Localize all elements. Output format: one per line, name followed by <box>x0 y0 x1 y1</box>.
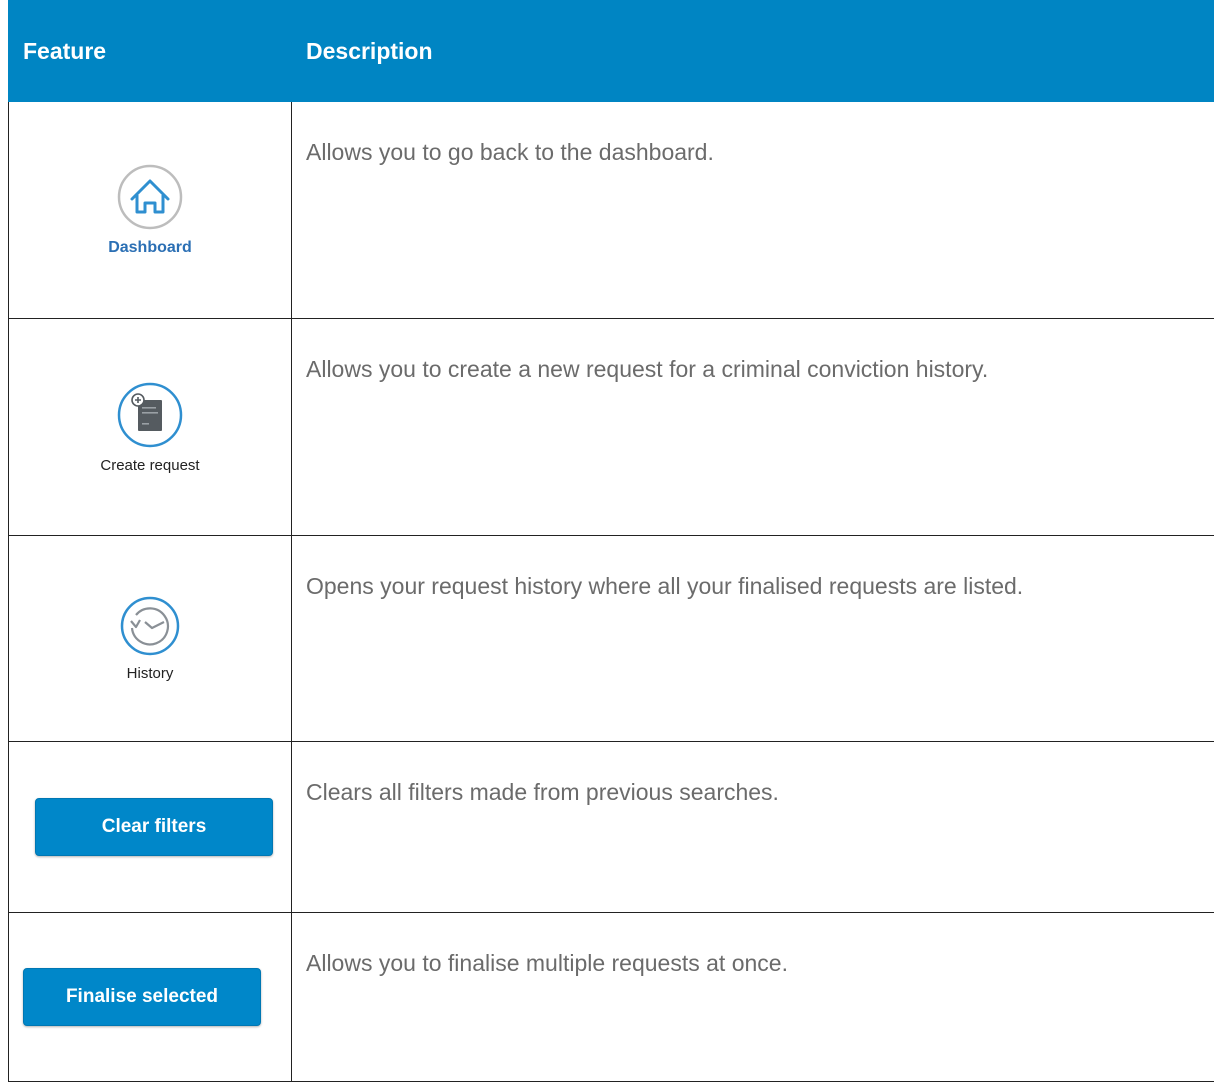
create-request-nav-item[interactable]: Create request <box>9 381 291 474</box>
description-cell: Allows you to finalise multiple requests… <box>292 913 1214 1082</box>
create-request-label: Create request <box>100 457 199 474</box>
finalise-selected-button[interactable]: Finalise selected <box>23 968 261 1026</box>
table-row: History Opens your request history where… <box>9 536 1214 742</box>
feature-cell: Create request <box>9 319 292 536</box>
feature-cell: Finalise selected <box>9 913 292 1082</box>
header-description: Description <box>292 1 1214 102</box>
description-cell: Allows you to create a new request for a… <box>292 319 1214 536</box>
feature-cell: History <box>9 536 292 742</box>
dashboard-nav-item[interactable]: Dashboard <box>9 163 291 257</box>
history-icon <box>119 595 181 657</box>
history-label: History <box>127 665 174 682</box>
header-feature: Feature <box>9 1 292 102</box>
feature-table: Feature Description Dashboard Allows you… <box>8 0 1214 1082</box>
feature-cell: Clear filters <box>9 742 292 913</box>
description-cell: Clears all filters made from previous se… <box>292 742 1214 913</box>
table-row: Create request Allows you to create a ne… <box>9 319 1214 536</box>
table-row: Clear filters Clears all filters made fr… <box>9 742 1214 913</box>
home-icon <box>116 163 184 231</box>
table-row: Finalise selected Allows you to finalise… <box>9 913 1214 1082</box>
dashboard-label: Dashboard <box>108 239 192 257</box>
create-request-icon <box>116 381 184 449</box>
description-cell: Allows you to go back to the dashboard. <box>292 102 1214 319</box>
history-nav-item[interactable]: History <box>9 595 291 682</box>
header-row: Feature Description <box>9 1 1214 102</box>
description-cell: Opens your request history where all you… <box>292 536 1214 742</box>
clear-filters-button[interactable]: Clear filters <box>35 798 273 856</box>
table-row: Dashboard Allows you to go back to the d… <box>9 102 1214 319</box>
feature-cell: Dashboard <box>9 102 292 319</box>
